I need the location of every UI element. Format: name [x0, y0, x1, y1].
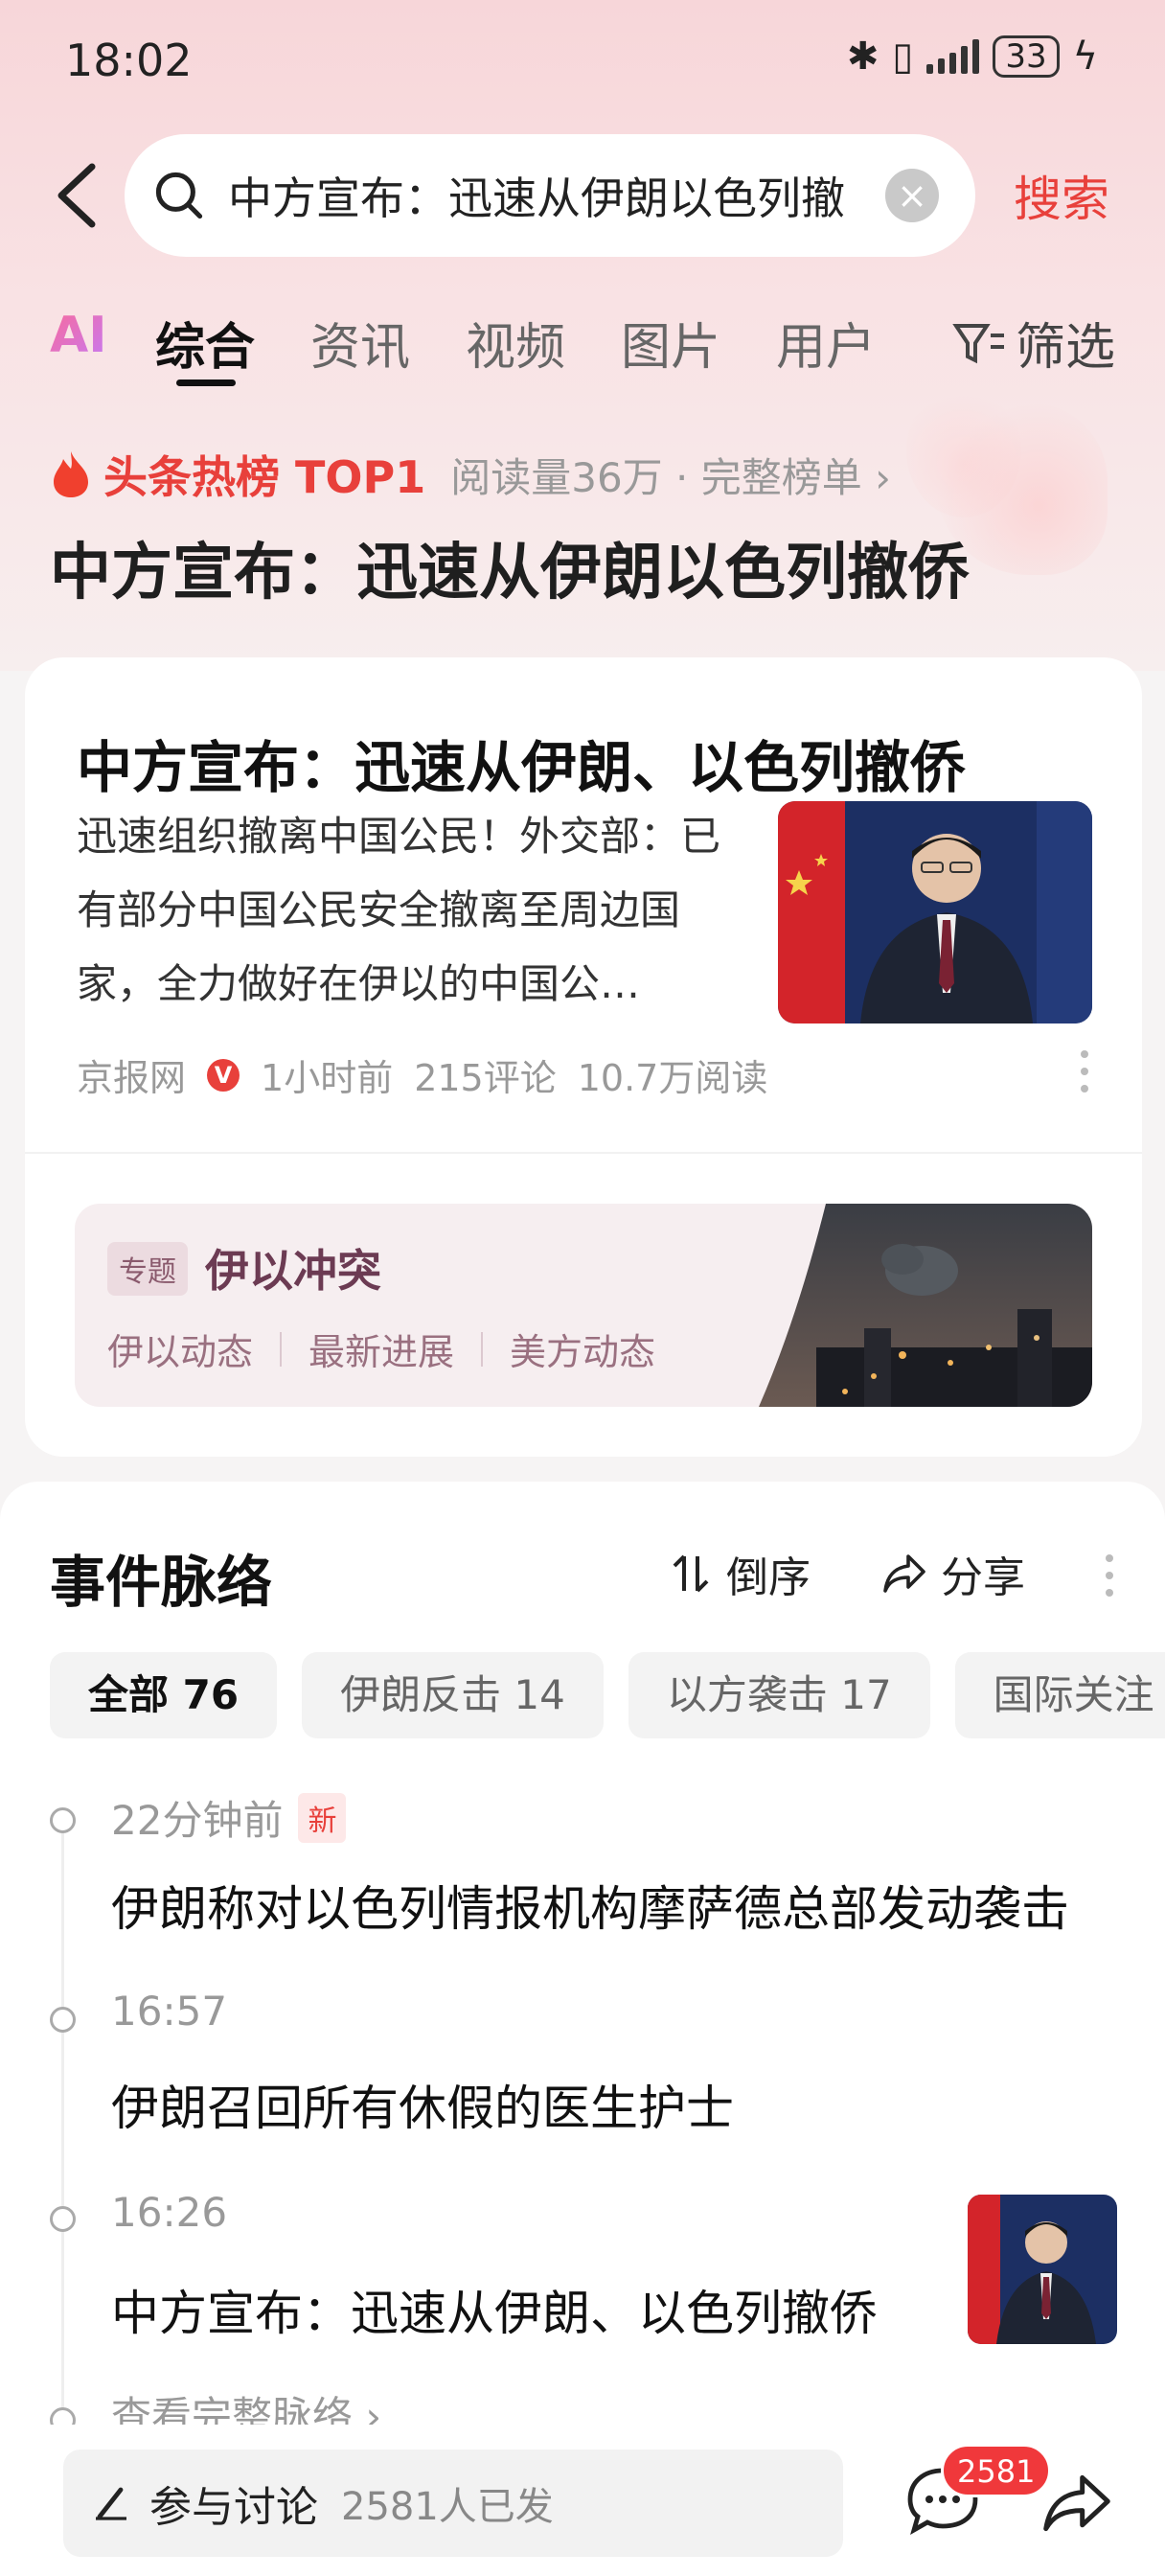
- sort-icon: [673, 1554, 709, 1593]
- topic-links: 伊以动态 最新进展 美方动态: [107, 1322, 655, 1375]
- search-query: 中方宣布：迅速从伊朗以色列撤: [228, 172, 845, 224]
- timeline-item[interactable]: 中方宣布：迅速从伊朗、以色列撤侨: [111, 2275, 878, 2344]
- timeline-item[interactable]: 伊朗召回所有休假的医生护士: [111, 2070, 734, 2139]
- timeline-filters: 全部 76 伊朗反击 14 以方袭击 17 国际关注: [50, 1652, 1165, 1738]
- topic-link[interactable]: 美方动态: [510, 1322, 655, 1375]
- timeline-time: 22分钟前 新: [111, 1788, 347, 1847]
- timeline-dot: [50, 1807, 76, 1833]
- status-time: 18:02: [65, 34, 193, 86]
- tab-images[interactable]: 图片: [621, 307, 720, 379]
- search-tabs: AI 综合 资讯 视频 图片 用户 筛选: [0, 297, 1165, 393]
- forward-icon[interactable]: [1040, 2467, 1113, 2540]
- verified-icon: V: [207, 1058, 240, 1092]
- tab-ai[interactable]: AI: [50, 307, 107, 364]
- search-button[interactable]: 搜索: [1014, 161, 1109, 230]
- hot-board-label: 头条热榜 TOP1: [103, 451, 426, 503]
- timeline-time: 16:26: [111, 2189, 227, 2236]
- timeline-item[interactable]: 伊朗称对以色列情报机构摩萨德总部发动袭击: [111, 1871, 1069, 1940]
- topic-card[interactable]: 专题 伊以冲突 伊以动态 最新进展 美方动态: [75, 1204, 1092, 1407]
- filter-chip-all[interactable]: 全部 76: [50, 1652, 278, 1738]
- filter-label: 筛选: [1015, 319, 1115, 377]
- new-badge: 新: [298, 1792, 347, 1843]
- back-button[interactable]: [50, 161, 107, 230]
- sort-label: 倒序: [726, 1553, 811, 1602]
- news-comments: 215评论: [414, 1057, 557, 1099]
- tab-users[interactable]: 用户: [776, 307, 876, 379]
- signal-icon: [926, 39, 980, 74]
- topic-link[interactable]: 伊以动态: [107, 1322, 253, 1375]
- timeline-thumbnail[interactable]: [968, 2195, 1117, 2344]
- share-button[interactable]: 分享: [881, 1543, 1025, 1604]
- timeline-time-text: 16:26: [111, 2189, 228, 2236]
- news-reads: 10.7万阅读: [577, 1057, 768, 1099]
- status-icons: ✱ ▯ 33 ϟ: [847, 34, 1098, 79]
- divider: [280, 1331, 283, 1367]
- spokesperson-photo: [778, 801, 1092, 1024]
- hot-board-meta[interactable]: 阅读量36万 · 完整榜单 ›: [450, 446, 891, 504]
- timeline-dot: [50, 2206, 76, 2232]
- filter-icon: [952, 323, 1004, 363]
- bottom-bar: 参与讨论 2581人已发 2581: [0, 2425, 1165, 2576]
- pen-icon: [96, 2487, 126, 2520]
- share-icon: [883, 1554, 925, 1593]
- timeline-section: 事件脉络 倒序 分享 全部 76 伊朗反击 14 以方袭击 17 国际关注 22分钟前…: [0, 1482, 1165, 2576]
- city-night-photo: [759, 1204, 1092, 1407]
- hot-title[interactable]: 中方宣布：迅速从伊朗以色列撤侨: [50, 523, 970, 611]
- spokesperson-photo: [968, 2195, 1117, 2344]
- timeline-time-text: 22分钟前: [111, 1797, 284, 1844]
- timeline-time-text: 16:57: [111, 1988, 228, 2035]
- chevron-left-icon: [57, 163, 96, 228]
- charging-icon: ϟ: [1072, 34, 1098, 79]
- fire-icon: [54, 451, 88, 497]
- divider: [25, 1152, 1142, 1154]
- vibrate-icon: ▯: [892, 34, 914, 79]
- news-time: 1小时前: [261, 1057, 394, 1099]
- news-title[interactable]: 中方宣布：迅速从伊朗、以色列撤侨: [77, 723, 966, 803]
- discuss-count: 2581人已发: [341, 2485, 554, 2529]
- filter-chip[interactable]: 国际关注: [954, 1652, 1165, 1738]
- section-title: 事件脉络: [50, 1550, 273, 1615]
- topic-tag: 专题: [107, 1242, 188, 1296]
- news-card[interactable]: 中方宣布：迅速从伊朗、以色列撤侨 迅速组织撤离中国公民！外交部：已有部分中国公民…: [25, 657, 1142, 1457]
- more-options-icon[interactable]: [1106, 1554, 1115, 1597]
- status-bar: 18:02 ✱ ▯ 33 ϟ: [0, 0, 1165, 115]
- filter-chip[interactable]: 以方袭击 17: [628, 1652, 930, 1738]
- sort-button[interactable]: 倒序: [671, 1543, 811, 1604]
- comment-count-badge: 2581: [941, 2444, 1052, 2497]
- search-input[interactable]: 中方宣布：迅速从伊朗以色列撤 ×: [125, 134, 975, 257]
- timeline-dot: [50, 2007, 76, 2033]
- topic-link[interactable]: 最新进展: [308, 1322, 454, 1375]
- news-thumbnail[interactable]: [778, 801, 1092, 1024]
- battery-icon: 33: [993, 35, 1060, 78]
- divider: [481, 1331, 484, 1367]
- discuss-input[interactable]: 参与讨论 2581人已发: [63, 2450, 843, 2557]
- more-options-icon[interactable]: [1081, 1050, 1090, 1092]
- flame-decoration: [906, 383, 1021, 518]
- tab-news[interactable]: 资讯: [310, 307, 410, 379]
- topic-name[interactable]: 伊以冲突: [205, 1236, 381, 1300]
- news-summary: 迅速组织撤离中国公民！外交部：已有部分中国公民安全撤离至周边国家，全力做好在伊以…: [77, 813, 721, 1007]
- news-meta: 京报网 V 1小时前 215评论 10.7万阅读: [77, 1048, 767, 1101]
- discuss-label: 参与讨论: [149, 2483, 318, 2532]
- search-icon: [155, 172, 203, 219]
- filter-chip[interactable]: 伊朗反击 14: [302, 1652, 604, 1738]
- tab-video[interactable]: 视频: [466, 307, 565, 379]
- timeline-time: 16:57: [111, 1988, 227, 2035]
- bluetooth-icon: ✱: [846, 34, 879, 79]
- tab-all[interactable]: 综合: [155, 307, 255, 379]
- news-source[interactable]: 京报网: [77, 1048, 186, 1101]
- tab-indicator: [176, 380, 236, 386]
- filter-button[interactable]: 筛选: [952, 307, 1115, 379]
- clear-icon[interactable]: ×: [885, 169, 939, 222]
- share-label: 分享: [941, 1553, 1025, 1602]
- hot-board-row[interactable]: 头条热榜 TOP1 阅读量36万 · 完整榜单 ›: [50, 443, 891, 506]
